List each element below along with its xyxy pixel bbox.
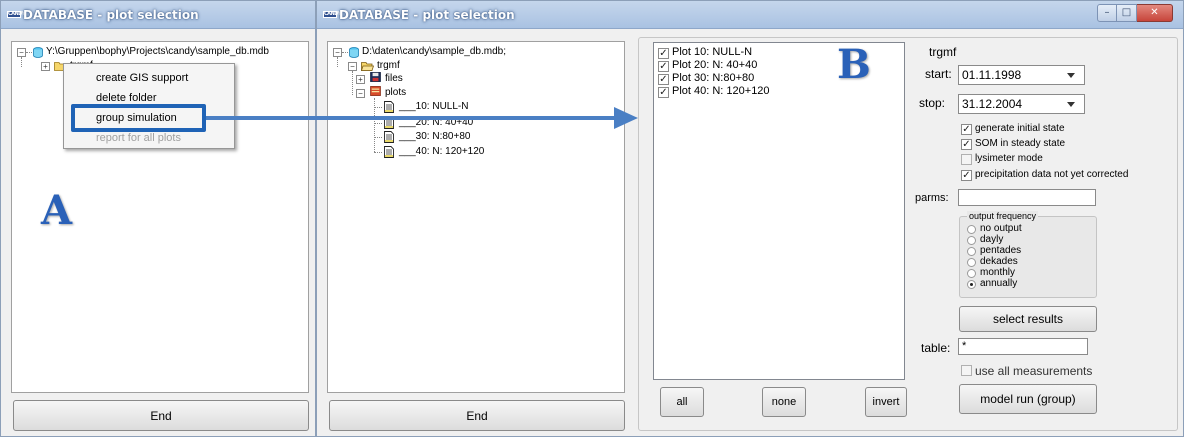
- precipitation-label[interactable]: precipitation data not yet corrected: [975, 169, 1128, 180]
- precipitation-checkbox[interactable]: ✓: [961, 170, 972, 181]
- start-date-value: 01.11.1998: [962, 68, 1022, 82]
- select-none-button[interactable]: none: [762, 387, 806, 417]
- file-icon: [384, 146, 394, 158]
- stop-date-combo[interactable]: 31.12.2004: [958, 94, 1085, 114]
- generate-initial-state-label[interactable]: generate initial state: [975, 123, 1065, 134]
- window-title: DATABASE - plot selection: [23, 8, 199, 22]
- tree-plot-40[interactable]: ___40: N: 120+120: [399, 146, 484, 157]
- window-controls: – □ ✕: [1097, 4, 1173, 22]
- left-titlebar: CANDY DATABASE - plot selection: [1, 1, 315, 29]
- stop-date-value: 31.12.2004: [962, 97, 1023, 111]
- left-window: CANDY DATABASE - plot selection − Y:\Gru…: [0, 0, 316, 437]
- database-icon: [349, 47, 359, 58]
- tree-node-trgmf[interactable]: trgmf: [377, 60, 400, 71]
- tree-expand-files[interactable]: +: [356, 75, 365, 84]
- plot-list: ✓ Plot 10: NULL-N ✓ Plot 20: N: 40+40 ✓ …: [653, 41, 905, 380]
- plot-10-checkbox[interactable]: ✓: [658, 48, 669, 59]
- select-results-button[interactable]: select results: [959, 306, 1097, 332]
- right-tree-panel: − D:\daten\candy\sample_db.mdb; − trgmf …: [327, 41, 625, 393]
- close-button[interactable]: ✕: [1137, 4, 1173, 22]
- arrow-connector: [206, 107, 638, 129]
- tree-node-files[interactable]: files: [385, 73, 403, 84]
- start-date-combo[interactable]: 01.11.1998: [958, 65, 1085, 85]
- marker-a: A: [41, 187, 73, 234]
- radio-dekades-label[interactable]: dekades: [980, 256, 1018, 267]
- radio-monthly[interactable]: [967, 269, 976, 278]
- right-window: CANDY DATABASE - plot selection – □ ✕ − …: [316, 0, 1184, 437]
- tree-node-plots[interactable]: plots: [385, 87, 406, 98]
- generate-initial-state-checkbox[interactable]: ✓: [961, 124, 972, 135]
- tree-collapse-root[interactable]: −: [333, 48, 342, 57]
- plot-40-label[interactable]: Plot 40: N: 120+120: [672, 85, 770, 97]
- start-label: start:: [925, 67, 952, 81]
- som-steady-state-label[interactable]: SOM in steady state: [975, 138, 1065, 149]
- radio-monthly-label[interactable]: monthly: [980, 267, 1015, 278]
- menu-delete-folder[interactable]: delete folder: [96, 92, 157, 104]
- tree-expand-trgmf[interactable]: +: [41, 62, 50, 71]
- tree-collapse-trgmf[interactable]: −: [348, 62, 357, 71]
- chevron-down-icon[interactable]: [1067, 102, 1075, 107]
- radio-no-output[interactable]: [967, 225, 976, 234]
- database-icon: [33, 47, 43, 58]
- maximize-button[interactable]: □: [1117, 4, 1137, 22]
- tree-collapse-root[interactable]: −: [17, 48, 26, 57]
- left-end-button[interactable]: End: [13, 400, 309, 431]
- radio-dayly[interactable]: [967, 236, 976, 245]
- menu-create-gis-support[interactable]: create GIS support: [96, 72, 188, 84]
- chevron-down-icon[interactable]: [1067, 73, 1075, 78]
- radio-pentades-label[interactable]: pentades: [980, 245, 1021, 256]
- radio-no-output-label[interactable]: no output: [980, 223, 1022, 234]
- minimize-button[interactable]: –: [1097, 4, 1117, 22]
- right-titlebar: CANDY DATABASE - plot selection – □ ✕: [317, 1, 1183, 29]
- radio-annually[interactable]: [967, 280, 976, 289]
- window-title: DATABASE - plot selection: [339, 8, 515, 22]
- plot-30-checkbox[interactable]: ✓: [658, 74, 669, 85]
- lysimeter-mode-label[interactable]: lysimeter mode: [975, 153, 1043, 164]
- radio-dayly-label[interactable]: dayly: [980, 234, 1003, 245]
- select-all-button[interactable]: all: [660, 387, 704, 417]
- plot-20-checkbox[interactable]: ✓: [658, 61, 669, 72]
- site-label: trgmf: [929, 45, 957, 59]
- tree-root-path[interactable]: D:\daten\candy\sample_db.mdb;: [362, 46, 506, 57]
- tree-collapse-plots[interactable]: −: [356, 89, 365, 98]
- app-icon: CANDY: [323, 11, 341, 18]
- radio-dekades[interactable]: [967, 258, 976, 267]
- plot-40-checkbox[interactable]: ✓: [658, 87, 669, 98]
- output-frequency-legend: output frequency: [967, 211, 1039, 221]
- marker-b: B: [837, 41, 871, 88]
- menu-report-all-plots[interactable]: report for all plots: [96, 132, 181, 144]
- open-folder-icon: [361, 62, 374, 71]
- output-frequency-group: output frequency no output dayly pentade…: [959, 211, 1097, 298]
- lysimeter-mode-checkbox[interactable]: [961, 154, 972, 165]
- plot-30-label[interactable]: Plot 30: N:80+80: [672, 72, 754, 84]
- model-run-group-button[interactable]: model run (group): [959, 384, 1097, 414]
- tree-root-path[interactable]: Y:\Gruppen\bophy\Projects\candy\sample_d…: [46, 46, 269, 57]
- plots-folder-icon: [370, 86, 381, 96]
- parms-input[interactable]: [958, 189, 1096, 206]
- use-all-measurements-label[interactable]: use all measurements: [975, 364, 1092, 378]
- use-all-measurements-checkbox[interactable]: [961, 365, 972, 376]
- invert-selection-button[interactable]: invert: [865, 387, 907, 417]
- stop-label: stop:: [919, 96, 946, 110]
- right-end-button[interactable]: End: [329, 400, 625, 431]
- parms-label: parms:: [915, 192, 949, 204]
- plot-20-label[interactable]: Plot 20: N: 40+40: [672, 59, 757, 71]
- plot-10-label[interactable]: Plot 10: NULL-N: [672, 46, 752, 58]
- floppy-icon: [370, 72, 381, 82]
- table-label: table:: [921, 341, 951, 355]
- radio-pentades[interactable]: [967, 247, 976, 256]
- radio-annually-label[interactable]: annually: [980, 278, 1017, 289]
- som-steady-state-checkbox[interactable]: ✓: [961, 139, 972, 150]
- table-input[interactable]: *: [958, 338, 1088, 355]
- group-simulation-highlight: [71, 104, 206, 132]
- app-icon: CANDY: [7, 11, 25, 18]
